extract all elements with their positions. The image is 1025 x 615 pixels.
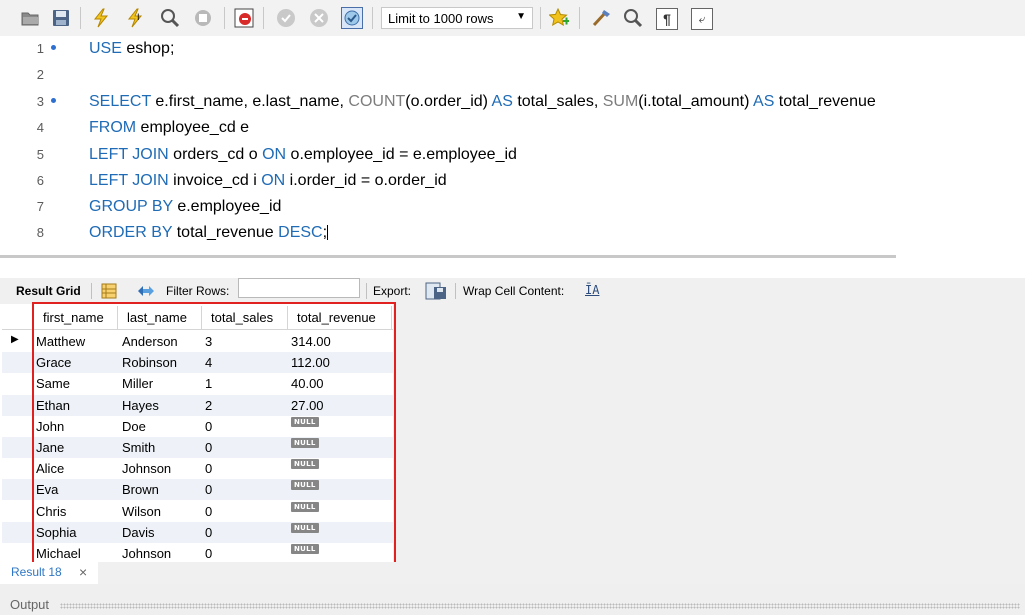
current-row-pointer-icon: ▶ <box>11 334 19 345</box>
line-number: 4 <box>36 120 44 135</box>
code-text: (i.total_amount) <box>638 93 754 110</box>
editor-horizontal-scrollbar[interactable] <box>0 246 1025 268</box>
code-line-3: SELECT e.first_name, e.last_name, COUNT(… <box>89 93 876 111</box>
line-number: 6 <box>36 173 44 188</box>
autocommit-icon[interactable] <box>341 7 363 29</box>
refresh-icon[interactable] <box>136 282 156 303</box>
line-number: 2 <box>36 67 44 82</box>
code-line-8: ORDER BY total_revenue DESC; <box>89 224 329 242</box>
toolbar-separator <box>455 283 456 299</box>
commit-icon[interactable] <box>276 8 296 28</box>
limit-rows-select[interactable]: Limit to 1000 rows ▼ <box>381 7 533 29</box>
wrap-cell-content-label: Wrap Cell Content: <box>463 284 565 298</box>
execute-icon[interactable] <box>91 8 111 28</box>
code-text: i.order_id = o.order_id <box>285 172 447 189</box>
filter-rows-label: Filter Rows: <box>166 284 230 298</box>
output-label: Output <box>10 597 50 612</box>
save-icon[interactable] <box>51 8 71 28</box>
keyword: FROM <box>89 119 137 136</box>
code-text: eshop; <box>121 40 175 57</box>
code-line-4: FROM employee_cd e <box>89 119 249 137</box>
line-number: 1 <box>36 41 44 56</box>
keyword: SELECT <box>89 93 151 110</box>
explain-icon[interactable] <box>160 8 180 28</box>
keyword: ON <box>262 146 287 163</box>
svg-text:I: I <box>137 12 140 22</box>
form-editor-icon[interactable] <box>101 283 117 302</box>
stop-icon[interactable] <box>193 8 213 28</box>
chevron-down-icon: ▼ <box>516 11 526 22</box>
keyword: LEFT JOIN <box>89 146 169 163</box>
result-tab-label: Result 18 <box>11 565 62 579</box>
code-text: total_revenue <box>774 93 876 110</box>
keyword: AS <box>753 93 775 110</box>
toolbar-separator <box>263 7 264 29</box>
code-text: orders_cd o <box>168 146 263 163</box>
statement-marker-icon <box>51 98 56 103</box>
result-toolbar: Result Grid Filter Rows: Export: Wrap Ce… <box>0 278 1025 304</box>
limit-rows-label: Limit to 1000 rows <box>388 11 494 26</box>
toolbar-separator <box>91 283 92 299</box>
line-number: 7 <box>36 199 44 214</box>
scrollbar-thumb[interactable] <box>0 255 896 258</box>
favorite-add-icon[interactable] <box>549 8 569 28</box>
close-icon[interactable]: × <box>79 564 87 580</box>
code-text: employee_cd e <box>136 119 250 136</box>
line-number: 5 <box>36 147 44 162</box>
code-text: total_revenue <box>172 224 279 241</box>
rollback-icon[interactable] <box>309 8 329 28</box>
keyword: USE <box>89 40 122 57</box>
statement-marker-icon <box>51 45 56 50</box>
keyword: AS <box>491 93 513 110</box>
function-name: SUM <box>602 93 639 110</box>
keyword: DESC <box>278 224 323 241</box>
line-number: 3 <box>36 94 44 109</box>
execute-current-icon[interactable]: I <box>126 8 146 28</box>
result-grid-tab[interactable]: Result Grid <box>16 284 81 298</box>
keyword: LEFT JOIN <box>89 172 169 189</box>
row-selector-header <box>2 306 34 329</box>
find-icon[interactable] <box>623 8 643 28</box>
toolbar-separator <box>80 7 81 29</box>
keyword: ON <box>261 172 286 189</box>
wrap-cell-toggle-icon[interactable]: ĪA <box>585 283 599 297</box>
code-line-7: GROUP BY e.employee_id <box>89 198 281 216</box>
toolbar-separator <box>540 7 541 29</box>
result-tab-strip <box>0 562 1025 584</box>
filter-rows-input[interactable] <box>238 278 360 298</box>
code-line-6: LEFT JOIN invoice_cd i ON i.order_id = o… <box>89 172 447 190</box>
export-icon[interactable] <box>425 281 447 304</box>
code-text: (o.order_id) <box>405 93 492 110</box>
code-line-1: USE eshop; <box>89 40 174 58</box>
panel-grip[interactable] <box>60 603 1020 609</box>
code-text: e.employee_id <box>172 198 282 215</box>
highlight-box <box>32 302 396 568</box>
code-text: o.employee_id = e.employee_id <box>286 146 517 163</box>
code-line-5: LEFT JOIN orders_cd o ON o.employee_id =… <box>89 146 517 164</box>
result-tab[interactable]: Result 18 × <box>0 562 98 584</box>
code-text: total_sales, <box>512 93 603 110</box>
export-label: Export: <box>373 284 412 298</box>
code-text: invoice_cd i <box>168 172 262 189</box>
beautify-icon[interactable] <box>592 8 612 28</box>
toolbar-separator <box>372 7 373 29</box>
toolbar-separator <box>579 7 580 29</box>
line-number: 8 <box>36 225 44 240</box>
folder-open-icon[interactable] <box>20 8 40 28</box>
keyword: ORDER BY <box>89 224 173 241</box>
query-toolbar: I Limit to 1000 rows ▼ ¶ ⤶ <box>0 0 1025 36</box>
code-text: e.first_name, e.last_name, <box>150 93 349 110</box>
wrap-icon[interactable]: ⤶ <box>691 8 713 30</box>
toolbar-separator <box>366 283 367 299</box>
keyword: GROUP BY <box>89 198 173 215</box>
toolbar-separator <box>224 7 225 29</box>
text-cursor <box>327 225 329 240</box>
invisible-chars-icon[interactable]: ¶ <box>656 8 678 30</box>
toggle-error-icon[interactable] <box>234 8 254 28</box>
output-panel-header: Output <box>0 584 1025 615</box>
function-name: COUNT <box>348 93 406 110</box>
